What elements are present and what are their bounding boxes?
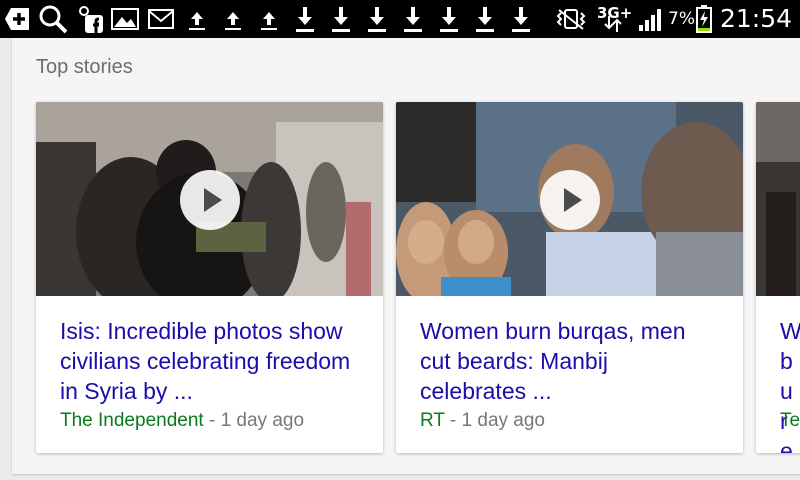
battery-charging-icon: [694, 0, 714, 38]
battery-percent: 7%: [668, 9, 695, 29]
network-arrows-icon: [600, 10, 626, 38]
upload-icon: [220, 0, 246, 38]
story-headline[interactable]: W bu re: [780, 316, 800, 453]
status-bar: 3G+ 7% 21:54: [0, 0, 800, 38]
play-video-button[interactable]: [539, 170, 600, 230]
story-meta: The Independent - 1 day ago: [60, 410, 304, 432]
story-time: 1 day ago: [220, 410, 305, 431]
section-title: Top stories: [36, 56, 133, 78]
vibrate-icon: [554, 0, 588, 38]
story-card[interactable]: Isis: Incredible photos show civilians c…: [36, 102, 383, 453]
search-icon: [36, 0, 70, 38]
download-icon: [400, 0, 426, 38]
main-content: Top stories Isis: Incredible photos show…: [0, 38, 800, 480]
download-icon: [508, 0, 534, 38]
upload-icon: [184, 0, 210, 38]
clock: 21:54: [720, 4, 793, 33]
meta-separator: -: [444, 410, 462, 431]
download-icon: [292, 0, 318, 38]
story-source: RT: [420, 410, 445, 431]
download-icon: [328, 0, 354, 38]
signal-icon: [636, 0, 666, 38]
download-icon: [472, 0, 498, 38]
play-video-button[interactable]: [179, 170, 240, 230]
story-thumbnail[interactable]: [756, 102, 800, 296]
image-icon: [110, 0, 140, 38]
story-card[interactable]: W bu re Te: [756, 102, 800, 453]
story-time: 1 day ago: [461, 410, 545, 431]
story-source: The Independent: [60, 410, 204, 431]
story-headline[interactable]: Women burn burqas, men cut beards: Manbi…: [420, 316, 720, 406]
meta-separator: -: [203, 410, 221, 431]
story-source: Te: [780, 410, 800, 431]
download-icon: [364, 0, 390, 38]
story-meta: Te: [780, 410, 800, 432]
story-meta: RT - 1 day ago: [420, 410, 545, 432]
facebook-icon: [74, 0, 106, 38]
story-headline[interactable]: Isis: Incredible photos show civilians c…: [60, 316, 360, 406]
download-icon: [436, 0, 462, 38]
story-card[interactable]: Women burn burqas, men cut beards: Manbi…: [396, 102, 743, 453]
upload-icon: [256, 0, 282, 38]
plus-icon: [2, 0, 34, 38]
mail-icon: [146, 0, 176, 38]
